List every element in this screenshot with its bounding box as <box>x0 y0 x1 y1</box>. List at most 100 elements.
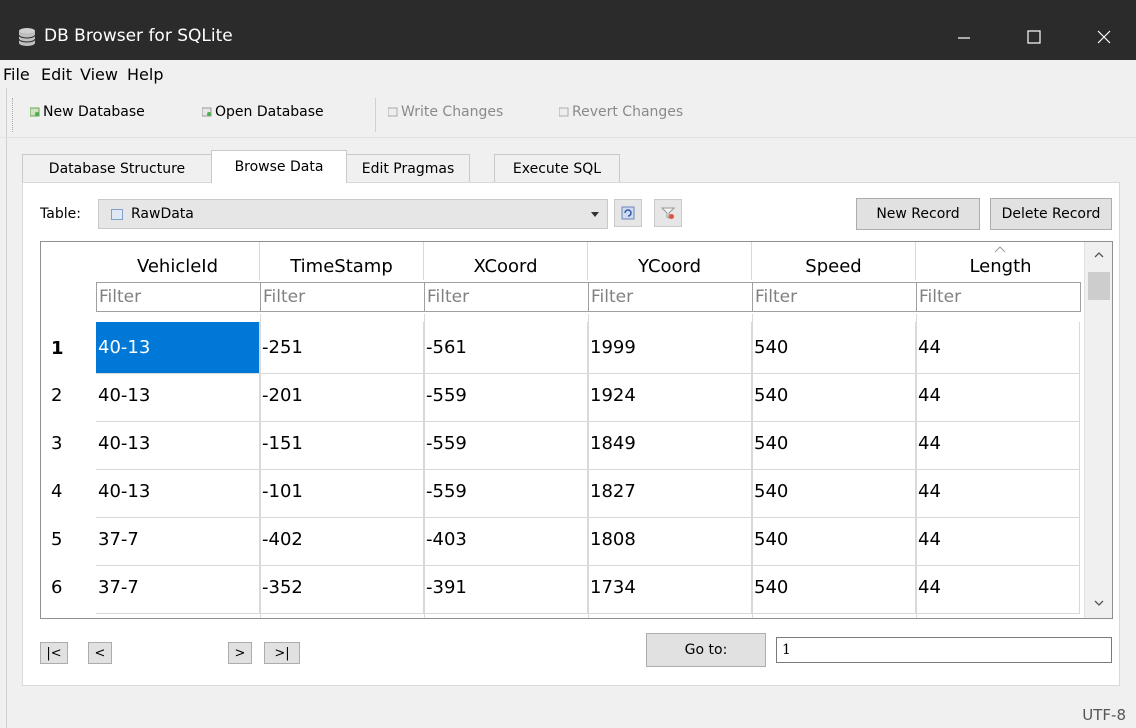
table-cell[interactable]: 1808 <box>588 514 752 566</box>
filter-xcoord[interactable]: Filter <box>424 282 589 312</box>
tab-edit-pragmas[interactable]: Edit Pragmas <box>346 154 470 182</box>
window-border <box>6 62 7 728</box>
next-page-button[interactable]: > <box>228 642 252 664</box>
table-cell[interactable]: 40-13 <box>96 418 260 470</box>
toolbar-grip[interactable] <box>12 98 16 132</box>
table-cell[interactable]: -402 <box>260 514 424 566</box>
table-cell[interactable]: -201 <box>260 370 424 422</box>
menu-file[interactable]: File <box>3 65 30 84</box>
table-cell[interactable]: 1734 <box>588 562 752 614</box>
column-header-ycoord[interactable]: YCoord <box>588 242 752 280</box>
table-select[interactable]: RawData <box>98 199 608 229</box>
row-header-6[interactable]: 6 <box>41 577 96 598</box>
table-cell[interactable]: 540 <box>752 466 916 518</box>
menu-view[interactable]: View <box>80 65 118 84</box>
last-page-button[interactable]: >| <box>264 642 300 664</box>
table-cell[interactable]: -559 <box>424 418 588 470</box>
scroll-up-icon[interactable] <box>1094 252 1104 258</box>
table-cell[interactable]: -403 <box>424 514 588 566</box>
menu-edit[interactable]: Edit <box>41 65 72 84</box>
minimize-button[interactable] <box>944 20 984 54</box>
menu-help[interactable]: Help <box>127 65 163 84</box>
menu-bar: File Edit View Help <box>0 62 1136 88</box>
tab-execute-sql[interactable]: Execute SQL <box>494 154 620 182</box>
table-cell[interactable]: 44 <box>916 322 1080 374</box>
write-changes-icon <box>388 107 398 117</box>
table-cell[interactable]: 1849 <box>588 418 752 470</box>
filter-ycoord[interactable]: Filter <box>588 282 753 312</box>
table-cell[interactable]: 44 <box>916 370 1080 422</box>
table-cell[interactable]: 540 <box>752 514 916 566</box>
table-cell[interactable]: 1827 <box>588 466 752 518</box>
first-page-button[interactable]: |< <box>40 642 68 664</box>
open-database-icon <box>202 107 212 117</box>
row-header-2[interactable]: 2 <box>41 385 96 406</box>
app-window: DB Browser for SQLite File Edit View Hel… <box>0 0 1136 728</box>
table-cell[interactable]: -559 <box>424 370 588 422</box>
table-label: Table: <box>40 206 81 222</box>
row-header-1[interactable]: 1 <box>41 338 96 359</box>
filter-vehicleid[interactable]: Filter <box>96 282 261 312</box>
table-cell[interactable]: -352 <box>260 562 424 614</box>
column-header-vehicleid[interactable]: VehicleId <box>96 242 260 280</box>
close-button[interactable] <box>1084 20 1124 54</box>
table-cell[interactable]: 540 <box>752 562 916 614</box>
table-cell[interactable]: -101 <box>260 466 424 518</box>
column-header-speed[interactable]: Speed <box>752 242 916 280</box>
prev-page-button[interactable]: < <box>88 642 112 664</box>
write-changes-button[interactable]: Write Changes <box>388 104 503 120</box>
maximize-button[interactable] <box>1014 20 1054 54</box>
tab-database-structure[interactable]: Database Structure <box>22 154 212 182</box>
column-header-timestamp[interactable]: TimeStamp <box>260 242 424 280</box>
table-cell[interactable]: 44 <box>916 466 1080 518</box>
filter-speed[interactable]: Filter <box>752 282 917 312</box>
table-cell[interactable]: 40-13 <box>96 466 260 518</box>
table-cell[interactable]: 44 <box>916 514 1080 566</box>
scrollbar-thumb[interactable] <box>1088 272 1110 300</box>
delete-record-button[interactable]: Delete Record <box>990 198 1112 230</box>
table-cell[interactable]: -561 <box>424 322 588 374</box>
table-cell[interactable]: 37-7 <box>96 514 260 566</box>
table-cell[interactable]: 540 <box>752 322 916 374</box>
table-cell[interactable]: -151 <box>260 418 424 470</box>
table-cell[interactable]: 1924 <box>588 370 752 422</box>
new-database-icon <box>30 107 40 117</box>
vertical-scrollbar[interactable] <box>1084 242 1112 618</box>
toolbar-separator <box>375 98 376 132</box>
table-cell[interactable]: 44 <box>916 562 1080 614</box>
table-cell[interactable]: -559 <box>424 466 588 518</box>
column-header-xcoord[interactable]: XCoord <box>424 242 588 280</box>
new-record-button[interactable]: New Record <box>856 198 980 230</box>
table-cell[interactable]: -391 <box>424 562 588 614</box>
clear-filter-icon <box>661 207 675 219</box>
clear-filters-button[interactable] <box>654 199 682 227</box>
table-cell[interactable]: -251 <box>260 322 424 374</box>
table-cell[interactable]: 1999 <box>588 322 752 374</box>
new-database-button[interactable]: New Database <box>30 104 145 120</box>
data-grid[interactable]: VehicleId TimeStamp XCoord YCoord Speed … <box>40 241 1113 619</box>
minimize-icon <box>958 37 970 39</box>
sort-indicator-icon <box>994 246 1006 253</box>
table-icon <box>111 209 123 220</box>
tab-browse-data[interactable]: Browse Data <box>211 150 347 183</box>
encoding-label: UTF-8 <box>1082 706 1126 724</box>
table-cell[interactable]: 40-13 <box>96 370 260 422</box>
revert-changes-button[interactable]: Revert Changes <box>559 104 683 120</box>
refresh-button[interactable] <box>614 199 642 227</box>
refresh-icon <box>621 206 635 220</box>
table-cell[interactable]: 40-13 <box>96 322 260 374</box>
scroll-down-icon[interactable] <box>1094 600 1104 606</box>
filter-timestamp[interactable]: Filter <box>260 282 425 312</box>
row-header-3[interactable]: 3 <box>41 433 96 454</box>
maximize-icon <box>1027 30 1041 44</box>
table-cell[interactable]: 37-7 <box>96 562 260 614</box>
open-database-button[interactable]: Open Database <box>202 104 324 120</box>
table-cell[interactable]: 540 <box>752 370 916 422</box>
filter-length[interactable]: Filter <box>916 282 1081 312</box>
table-cell[interactable]: 44 <box>916 418 1080 470</box>
table-cell[interactable]: 540 <box>752 418 916 470</box>
goto-input[interactable]: 1 <box>776 637 1112 663</box>
row-header-4[interactable]: 4 <box>41 481 96 502</box>
row-header-5[interactable]: 5 <box>41 529 96 550</box>
goto-button[interactable]: Go to: <box>646 633 766 667</box>
